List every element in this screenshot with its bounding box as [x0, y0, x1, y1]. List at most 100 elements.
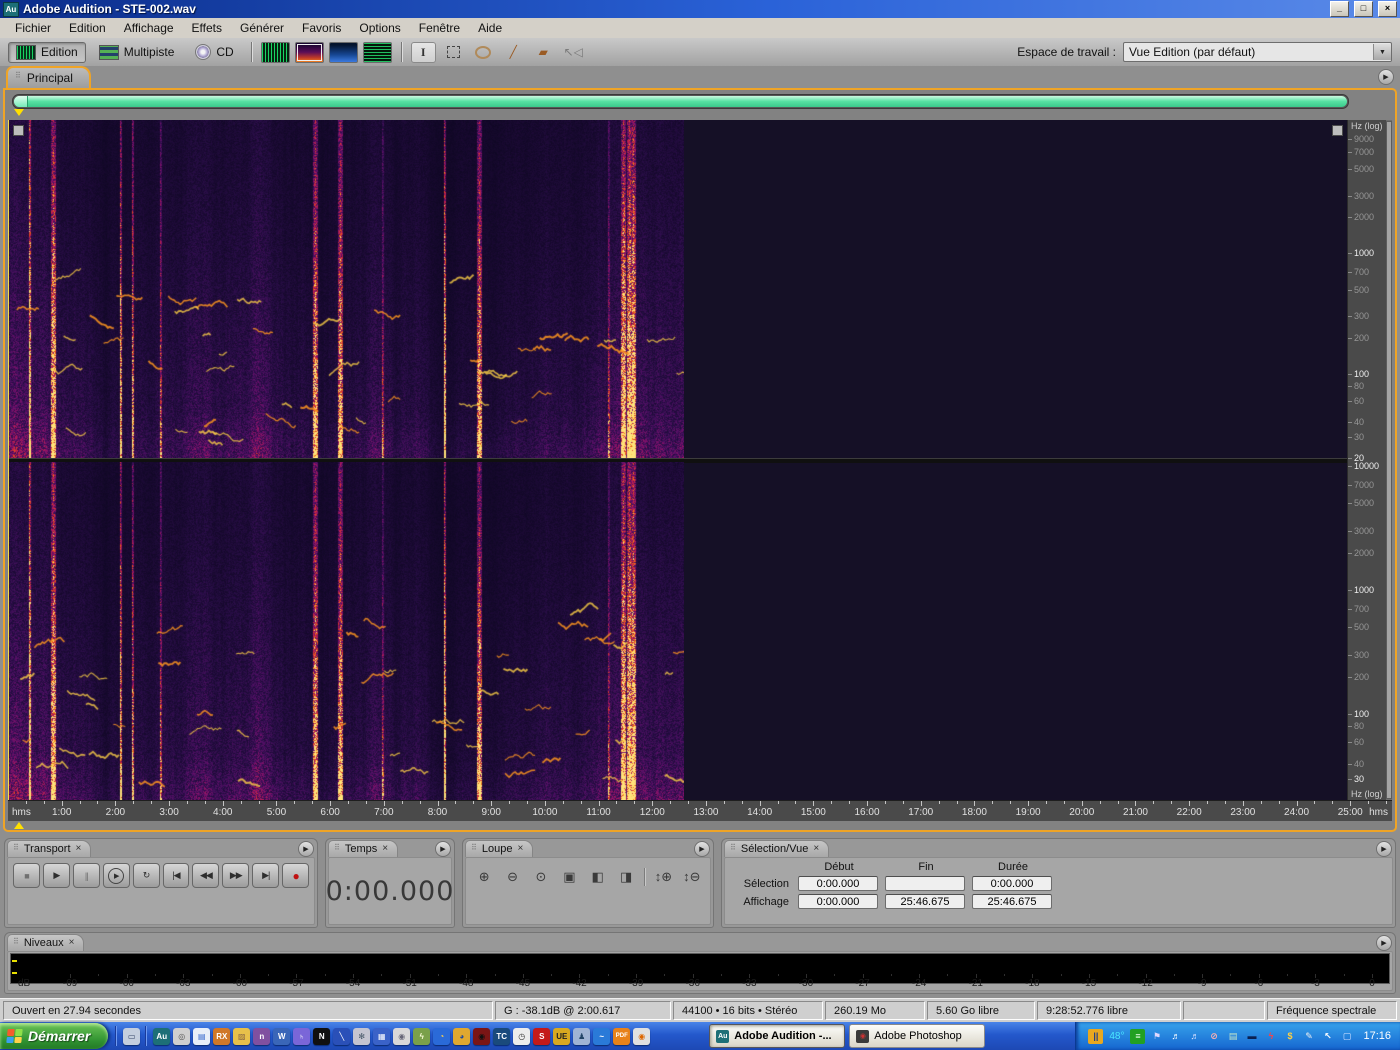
zoom-to-selection-button[interactable]: ▣ [557, 865, 581, 888]
tab-principal[interactable]: ⠿ Principal [6, 66, 91, 88]
selection-duree-field[interactable] [972, 876, 1052, 891]
zoom-in-horizontal-button[interactable]: ⊕ [472, 865, 496, 888]
record-player-icon[interactable]: ◎ [173, 1027, 191, 1045]
close-icon[interactable]: × [382, 843, 388, 854]
playhead-marker-bottom[interactable] [14, 817, 24, 829]
menu-effets[interactable]: Effets [183, 19, 231, 37]
chevron-down-icon[interactable]: ▼ [1373, 44, 1391, 60]
close-icon[interactable]: × [813, 843, 819, 854]
temps-tab[interactable]: ⠿ Temps × [328, 840, 399, 857]
timeline-ruler[interactable]: hms hms 1:00 2:00 3:00 4:00 5:00 6:00 7:00 8:00 9:… [8, 800, 1392, 821]
calculator-icon[interactable]: ▤ [193, 1027, 211, 1045]
pause-button[interactable]: || [72, 863, 100, 888]
lasso-selection-tool-button[interactable] [471, 42, 496, 63]
flag-icon[interactable]: ⚑ [1149, 1029, 1164, 1044]
frequency-ruler-half[interactable]: Hz (log) 10000 7000 5000 3000 2000 1000 700 500 3… [1348, 461, 1385, 800]
scrub-tool-button[interactable]: ↖◁ [561, 42, 586, 63]
menu-aide[interactable]: Aide [469, 19, 511, 37]
sbp-icon[interactable]: S [533, 1027, 551, 1045]
go-to-end-button[interactable]: ▶| [252, 863, 280, 888]
media-player-icon[interactable]: ◉ [633, 1027, 651, 1045]
restore-button[interactable]: □ [1354, 1, 1373, 17]
zoom-selection-left-button[interactable]: ◧ [586, 865, 610, 888]
planet-icon[interactable]: ♄ [293, 1027, 311, 1045]
starburst-icon[interactable]: ✻ [353, 1027, 371, 1045]
range-scrollbar-track[interactable] [12, 94, 1349, 109]
close-icon[interactable]: × [69, 937, 75, 948]
pen-icon[interactable]: ✎ [1301, 1029, 1316, 1044]
multipiste-view-button[interactable]: Multipiste [91, 42, 183, 63]
globe-blue-icon[interactable]: ◔ [433, 1027, 451, 1045]
range-scrollbar-left-handle[interactable] [14, 96, 28, 107]
updates-icon[interactable]: ▤ [1225, 1029, 1240, 1044]
video-icon[interactable]: ϟ [413, 1027, 431, 1045]
waveform-display-button[interactable] [260, 41, 290, 63]
edition-view-button[interactable]: Edition [8, 41, 86, 63]
effects-paintbrush-tool-button[interactable]: ╱ [501, 42, 526, 63]
onenote-icon[interactable]: n [253, 1027, 271, 1045]
marquee-selection-tool-button[interactable] [441, 42, 466, 63]
close-icon[interactable]: × [76, 843, 82, 854]
frequency-ruler[interactable]: Hz (log) 9000 7000 5000 3000 2000 1000 700 500 30… [1347, 120, 1385, 800]
playhead-cursor[interactable] [8, 120, 9, 800]
niveaux-tab[interactable]: ⠿ Niveaux × [7, 934, 85, 951]
network-meter-icon[interactable]: ≡ [1130, 1028, 1146, 1044]
affichage-fin-field[interactable] [885, 894, 965, 909]
zoom-out-full-button[interactable]: ⊙ [529, 865, 553, 888]
affichage-debut-field[interactable] [798, 894, 878, 909]
task-button-audition[interactable]: Au Adobe Audition -... [709, 1024, 846, 1048]
cursor-icon[interactable]: ↖ [1320, 1029, 1335, 1044]
menu-edition[interactable]: Edition [60, 19, 115, 37]
ue-icon[interactable]: UE [553, 1027, 571, 1045]
audio-muted-icon[interactable]: ♬ [1168, 1029, 1183, 1044]
menu-generer[interactable]: Générer [231, 19, 293, 37]
play-from-cursor-button[interactable]: ▶ [102, 863, 130, 888]
menu-fenetre[interactable]: Fenêtre [410, 19, 469, 37]
cd-view-button[interactable]: CD [187, 41, 241, 63]
currency-icon[interactable]: $ [1282, 1029, 1297, 1044]
spectral-frequency-display-button[interactable] [294, 41, 324, 63]
globe-gold-icon[interactable]: ◕ [453, 1027, 471, 1045]
menu-options[interactable]: Options [350, 19, 409, 37]
record-button[interactable]: ● [282, 863, 310, 888]
swoosh-icon[interactable]: ~ [593, 1027, 611, 1045]
selection-fin-field[interactable] [885, 876, 965, 891]
selection-debut-field[interactable] [798, 876, 878, 891]
vertical-scrollbar[interactable] [1385, 120, 1392, 800]
menu-affichage[interactable]: Affichage [115, 19, 183, 37]
flags-icon[interactable]: ▦ [373, 1027, 391, 1045]
netscape-icon[interactable]: N [313, 1027, 331, 1045]
task-button-photoshop[interactable]: ◉ Adobe Photoshop [849, 1024, 986, 1048]
panel-menu-button[interactable]: ▶ [1376, 841, 1392, 857]
lightning-icon[interactable]: ϟ [1263, 1029, 1278, 1044]
stamp-icon[interactable]: ◉ [393, 1027, 411, 1045]
channel-handle-right[interactable] [1332, 125, 1343, 136]
panel-menu-button[interactable]: ▶ [694, 841, 710, 857]
close-button[interactable]: × [1378, 1, 1397, 17]
panel-menu-button[interactable]: ▶ [435, 841, 451, 857]
rewind-button[interactable]: ◀◀ [192, 863, 220, 888]
tc-icon[interactable]: TC [493, 1027, 511, 1045]
keyboard-icon[interactable]: ▭ [123, 1027, 141, 1045]
media-pause-tray-icon[interactable]: || [1088, 1028, 1104, 1044]
range-scrollbar-thumb[interactable] [14, 96, 1347, 107]
panel-menu-button[interactable]: ▶ [1376, 935, 1392, 951]
start-button[interactable]: Démarrer [0, 1023, 109, 1049]
wand-icon[interactable]: ╲ [333, 1027, 351, 1045]
play-looped-button[interactable]: ↻ [132, 863, 160, 888]
spot-healing-brush-tool-button[interactable]: ▰ [531, 42, 556, 63]
folder-icon[interactable]: ▢ [1339, 1029, 1354, 1044]
menu-fichier[interactable]: Fichier [6, 19, 60, 37]
spectral-pan-display-button[interactable] [328, 41, 358, 63]
stop-button[interactable]: ■ [13, 863, 40, 888]
fast-forward-button[interactable]: ▶▶ [222, 863, 250, 888]
zip-icon[interactable]: ▨ [233, 1027, 251, 1045]
menu-favoris[interactable]: Favoris [293, 19, 350, 37]
affichage-duree-field[interactable] [972, 894, 1052, 909]
audition-icon[interactable]: Au [153, 1027, 171, 1045]
video-muted-icon[interactable]: ♬ [1187, 1029, 1202, 1044]
time-selection-tool-button[interactable]: I [410, 41, 436, 63]
transport-tab[interactable]: ⠿ Transport × [7, 840, 92, 857]
spectrogram-left-channel[interactable] [8, 120, 684, 458]
photoshop-eye-icon[interactable]: ◉ [473, 1027, 491, 1045]
